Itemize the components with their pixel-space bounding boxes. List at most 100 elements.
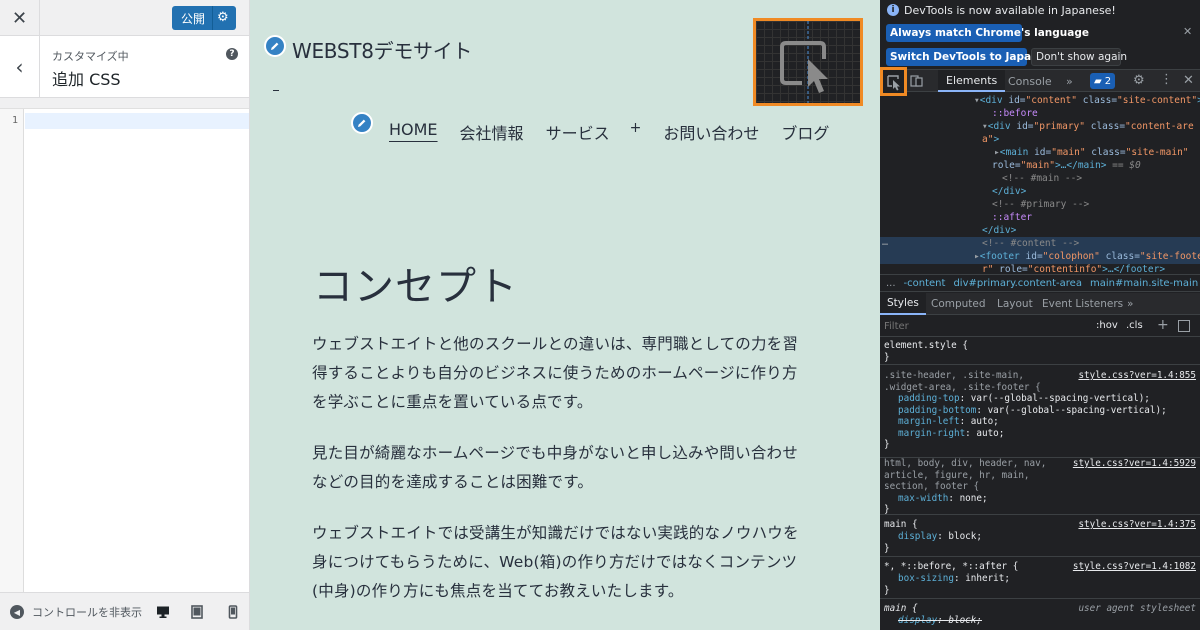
tab-styles[interactable]: Styles [880,293,926,315]
publish-settings-gear-icon[interactable]: ⚙ [217,10,229,25]
rule-selector: *, *::before, *::after { [884,561,1019,572]
rule-source-label: user agent stylesheet [1078,603,1196,614]
rule-selector: .site-header, .site-main, [884,370,1024,381]
toggle-sidebar-icon[interactable] [1178,320,1190,332]
switch-to-japanese-button[interactable]: Switch DevTools to Japanese [886,48,1059,66]
styles-tabbar: Styles Computed Layout Event Listeners » [880,293,1200,315]
tab-event-listeners[interactable]: Event Listeners [1035,293,1130,315]
rule-close: } [884,504,890,515]
tab-console[interactable]: Console [1000,70,1060,92]
publish-divider [212,6,213,30]
close-infobar-icon[interactable]: ✕ [1183,25,1192,38]
tab-computed[interactable]: Computed [924,293,993,315]
site-preview: WEBST8デモサイト HOME 会社情報 サービス + お問い合わせ ブログ … [250,0,880,630]
nav-item-services[interactable]: サービス [546,120,610,144]
breadcrumb-item[interactable]: main#main.site-main [1090,278,1198,289]
nav-item-contact[interactable]: お問い合わせ [663,120,759,144]
rule-user-agent-main[interactable]: main { user agent stylesheet display: bl… [880,599,1200,630]
language-infobar: i DevTools is now available in Japanese!… [880,0,1200,70]
primary-nav: HOME 会社情報 サービス + お問い合わせ ブログ [389,120,829,144]
styles-filter-input[interactable] [884,318,1084,334]
styles-filter-bar: :hov .cls + [880,315,1200,337]
nav-item-home[interactable]: HOME [389,120,438,144]
rule-element-style[interactable]: element.style { } [880,338,1200,365]
active-code-line[interactable] [25,113,249,129]
edit-site-title-pencil-icon[interactable] [264,35,286,57]
css-declaration[interactable]: padding-top: var(--global--spacing-verti… [898,393,1150,405]
rule-universal[interactable]: *, *::before, *::after { style.css?ver=1… [880,557,1200,599]
node-actions-icon[interactable]: … [882,237,888,248]
css-declaration[interactable]: max-width: none; [898,493,988,505]
site-title[interactable]: WEBST8デモサイト [292,35,472,64]
hover-state-toggle[interactable]: :hov [1096,320,1118,331]
device-toolbar-icon[interactable] [910,74,924,88]
breadcrumb-item[interactable]: -content [904,278,946,289]
tab-layout[interactable]: Layout [990,293,1040,315]
inspect-cursor-icon [780,21,828,103]
rule-source-link[interactable]: style.css?ver=1.4:855 [1078,370,1196,381]
dom-node-main[interactable]: ▸<main id="main" class="site-main" [994,146,1189,159]
chevron-left-icon: ‹ [15,54,24,79]
settings-gear-icon[interactable]: ⚙ [1133,73,1145,88]
dom-close-div[interactable]: </div> [992,185,1026,198]
dom-comment-primary[interactable]: <!-- #primary --> [992,198,1089,211]
css-declaration[interactable]: padding-bottom: var(--global--spacing-ve… [898,405,1167,417]
dom-tree: … ▾<div id="content" class="site-content… [880,92,1200,275]
rule-site-main[interactable]: .site-header, .site-main, style.css?ver=… [880,366,1200,458]
dom-node-content[interactable]: ▾<div id="content" class="site-content"> [974,94,1200,107]
mobile-preview-icon[interactable] [226,605,240,619]
rule-selector: main { [884,603,918,614]
css-declaration[interactable]: margin-right: auto; [898,428,1004,440]
nav-item-blog[interactable]: ブログ [781,120,829,144]
dom-node-before[interactable]: ::before [992,107,1038,120]
messages-badge[interactable]: ▰ 2 [1090,73,1116,89]
hide-controls-label: コントロールを非表示 [32,606,142,619]
breadcrumb-item[interactable]: div#primary.content-area [953,278,1082,289]
match-chrome-language-button[interactable]: Always match Chrome's language [886,24,1089,42]
css-code-editor[interactable]: 1 [0,108,249,593]
dom-node-after[interactable]: ::after [992,211,1032,224]
tablet-preview-icon[interactable] [190,605,204,619]
dom-comment-main[interactable]: <!-- #main --> [1002,172,1082,185]
new-rule-icon[interactable]: + [1157,317,1169,333]
dom-comment-content[interactable]: <!-- #content --> [982,237,1079,250]
rule-close: } [884,439,890,450]
rule-main[interactable]: main { style.css?ver=1.4:375 display: bl… [880,515,1200,557]
desktop-preview-icon[interactable] [156,605,170,619]
close-customizer-button[interactable]: ✕ [0,0,40,36]
nav-item-company[interactable]: 会社情報 [460,120,524,144]
more-tabs-icon[interactable]: » [1058,70,1081,92]
css-declaration-overridden[interactable]: display: block; [898,615,982,627]
rule-source-link[interactable]: style.css?ver=1.4:375 [1078,519,1196,530]
site-description-dash [273,90,279,91]
inspect-element-zoom-callout [753,18,863,106]
breadcrumb-overflow[interactable]: ... [886,278,896,289]
rule-selector: section, footer { [884,481,980,492]
submenu-expand-icon[interactable]: + [630,120,642,144]
css-declaration[interactable]: display: block; [898,531,982,543]
hide-controls-button[interactable]: ◀ コントロールを非表示 [10,604,144,620]
rule-source-link[interactable]: style.css?ver=1.4:1082 [1073,561,1196,572]
rule-close: } [884,352,890,363]
close-icon: ✕ [11,7,28,29]
dont-show-again-button[interactable]: Don't show again [1031,48,1127,66]
rule-source-link[interactable]: style.css?ver=1.4:5929 [1073,458,1196,469]
publish-button[interactable]: 公開 ⚙ [172,6,236,30]
css-declaration[interactable]: box-sizing: inherit; [898,573,1010,585]
help-icon[interactable]: ? [226,48,238,60]
back-button[interactable]: ‹ [0,36,40,97]
dom-node-footer[interactable]: ▸<footer id="colophon" class="site-foote [974,250,1200,263]
dom-node-primary[interactable]: ▾<div id="primary" class="content-are [982,120,1194,133]
more-options-icon[interactable]: ⋮ [1160,72,1173,87]
message-icon: ▰ [1094,75,1102,87]
more-tabs-icon[interactable]: » [1120,293,1140,315]
dom-close-div[interactable]: </div> [982,224,1016,237]
message-count: 2 [1104,75,1112,87]
class-toggle[interactable]: .cls [1126,320,1143,331]
rule-reset[interactable]: html, body, div, header, nav, style.css?… [880,454,1200,515]
close-devtools-icon[interactable]: ✕ [1183,73,1194,88]
tab-elements[interactable]: Elements [938,70,1006,92]
edit-menu-pencil-icon[interactable] [351,112,373,134]
rule-close: } [884,543,890,554]
css-declaration[interactable]: margin-left: auto; [898,416,999,428]
